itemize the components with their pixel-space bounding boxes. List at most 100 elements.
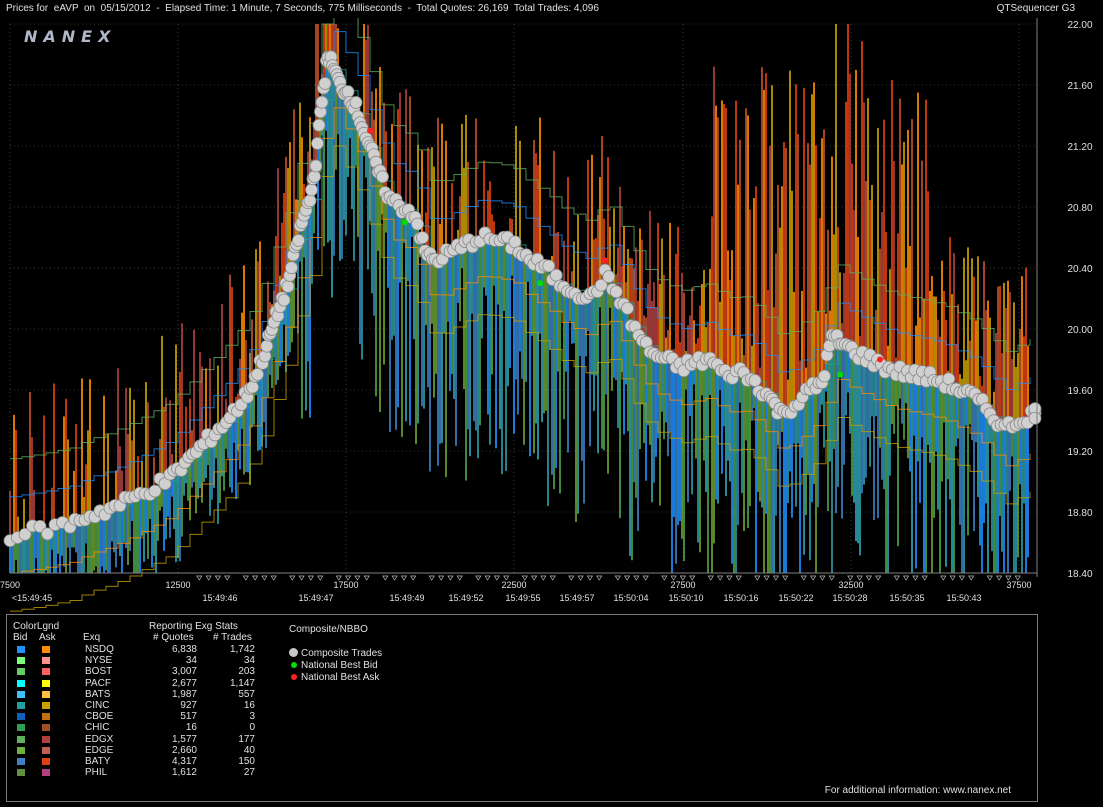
trade-tick-mark: [391, 575, 398, 581]
national-best-bid-marker: [837, 371, 843, 378]
trade-tick-mark: [865, 575, 873, 581]
trade-count: 1,742: [229, 644, 255, 655]
exchange-name: NYSE: [85, 655, 113, 667]
bid-color-swatch: [17, 690, 25, 698]
composite-trade-marker: [303, 194, 317, 208]
footer-link[interactable]: For additional information: www.nanex.ne…: [825, 785, 1011, 796]
bid-color-swatch: [17, 758, 25, 765]
trade-tick-mark: [289, 575, 296, 581]
trade-tick-mark: [754, 575, 761, 581]
trade-tick-mark: [205, 575, 212, 581]
trade-tick-mark: [456, 575, 463, 581]
trade-count: 27: [243, 767, 255, 779]
composite-trade-marker: [602, 270, 616, 284]
trade-tick-mark: [242, 575, 249, 581]
y-tick-label: 21.20: [1067, 142, 1092, 153]
composite-legend-marker: [291, 662, 297, 668]
composite-trade-marker: [818, 369, 831, 383]
trade-tick-mark: [716, 575, 724, 581]
composite-trade-marker: [508, 235, 522, 249]
trade-tick-mark: [475, 575, 482, 581]
x-seq-label: 12500: [165, 580, 190, 590]
bid-color-swatch: [17, 668, 25, 676]
composite-trade-marker: [416, 231, 429, 245]
bid-color-swatch: [17, 657, 25, 665]
national-best-ask-marker: [877, 356, 883, 363]
ask-color-swatch: [42, 690, 50, 698]
exchange-name: PHIL: [85, 767, 108, 779]
trade-count: 40: [243, 744, 255, 756]
trade-tick-mark: [493, 575, 501, 581]
exchange-name: CINC: [85, 700, 110, 711]
composite-legend-label: National Best Bid: [301, 660, 378, 671]
trade-tick-mark: [726, 575, 733, 581]
quotes-header: # Quotes: [153, 632, 194, 643]
trade-tick-mark: [596, 575, 603, 581]
trade-count: 150: [238, 756, 255, 767]
composite-trade-marker: [260, 339, 274, 353]
trade-tick-mark: [772, 575, 780, 581]
ask-color-swatch: [42, 769, 50, 777]
y-tick-label: 22.00: [1067, 20, 1092, 31]
x-seq-label: 37500: [1006, 580, 1031, 590]
ask-color-swatch: [42, 713, 50, 721]
composite-trade-marker: [246, 380, 259, 394]
x-time-label: 15:50:43: [946, 593, 981, 603]
trade-tick-mark: [828, 575, 835, 581]
legend-panel: ColorLgnd Bid Ask Exq Reporting Exg Stat…: [6, 614, 1038, 802]
trade-tick-mark: [214, 575, 222, 581]
trade-tick-mark: [363, 575, 370, 581]
trade-tick-mark: [986, 575, 993, 581]
trade-tick-mark: [317, 575, 324, 581]
x-time-label: 15:50:35: [889, 593, 924, 603]
composite-trade-marker: [621, 301, 634, 315]
exchange-name: BATY: [85, 756, 111, 767]
trade-tick-mark: [447, 575, 454, 581]
ask-header: Ask: [39, 632, 56, 643]
price-chart[interactable]: 22.00 21.60 21.20 20.80 20.40 20.00 19.60 19.20…: [0, 18, 1103, 614]
quote-count: 517: [180, 711, 197, 723]
nanex-watermark: NANEX: [24, 27, 116, 46]
national-best-bid-marker: [537, 280, 543, 287]
composite-trade-marker: [285, 261, 298, 275]
x-time-label: <15:49:45: [12, 593, 52, 603]
trade-tick-mark: [400, 575, 408, 581]
composite-trade-marker: [341, 85, 355, 99]
trade-tick-mark: [298, 575, 305, 581]
x-axis: 7500 12500 17500 22500 27500 32500 37500 <15:49…: [0, 575, 1032, 603]
x-seq-label: 7500: [0, 580, 20, 590]
bid-color-swatch: [17, 702, 25, 709]
ask-color-swatch: [42, 646, 50, 653]
composite-legend-label: Composite Trades: [301, 648, 383, 659]
trade-tick-mark: [270, 575, 277, 581]
composite-trade-marker: [277, 293, 291, 307]
ask-color-swatch: [42, 735, 50, 743]
y-tick-label: 20.80: [1067, 203, 1092, 214]
quote-count: 4,317: [171, 756, 197, 767]
quote-count: 16: [185, 722, 197, 734]
trade-tick-mark: [763, 575, 770, 581]
y-tick-label: 20.40: [1067, 264, 1092, 275]
trade-tick-mark: [735, 575, 742, 581]
side-panel: [1037, 614, 1101, 800]
exchange-name: EDGE: [85, 744, 114, 756]
exchange-name: CHIC: [85, 722, 110, 734]
composite-trade-marker: [308, 170, 321, 183]
trade-tick-mark: [995, 575, 1003, 581]
y-tick-label: 18.40: [1067, 569, 1092, 580]
bid-color-swatch: [17, 679, 25, 687]
ask-color-swatch: [42, 746, 50, 754]
trade-tick-mark: [307, 575, 315, 581]
trade-tick-mark: [921, 575, 928, 581]
ask-color-swatch: [42, 657, 50, 665]
exchange-name: EDGX: [85, 733, 114, 745]
trade-tick-mark: [382, 575, 389, 581]
x-seq-label: 27500: [670, 580, 695, 590]
trade-tick-mark: [568, 575, 575, 581]
trade-tick-mark: [586, 575, 594, 581]
stats-title: Reporting Exg Stats: [149, 621, 238, 632]
trade-count: 1,147: [229, 677, 255, 689]
trade-tick-mark: [800, 575, 807, 581]
exchange-name: CBOE: [85, 711, 114, 723]
trade-tick-mark: [484, 575, 491, 581]
